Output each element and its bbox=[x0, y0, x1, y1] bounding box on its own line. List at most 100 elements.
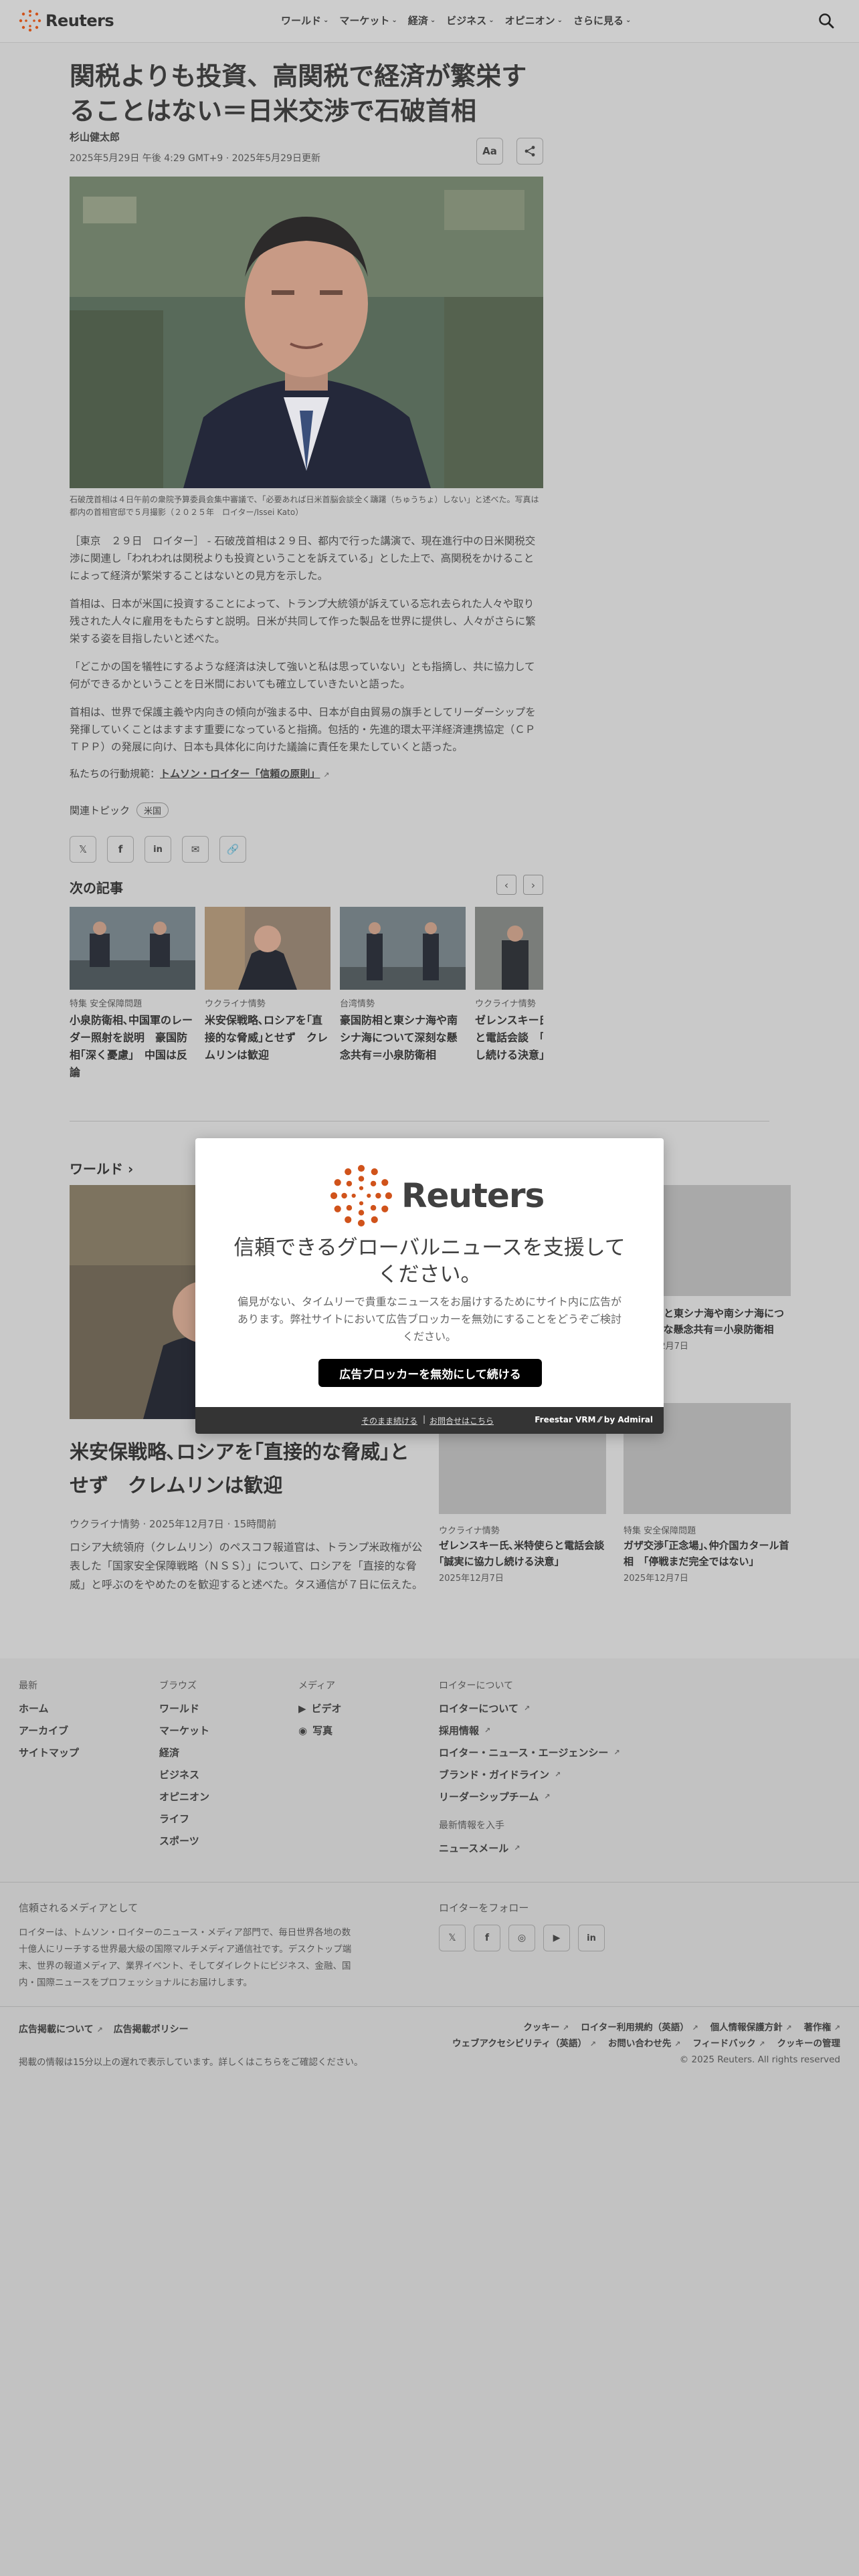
footer-link[interactable]: ビジネス bbox=[159, 1767, 209, 1782]
footer-link[interactable]: 経済 bbox=[159, 1745, 209, 1759]
footer-link[interactable]: ブランド・ガイドライン ↗ bbox=[439, 1767, 620, 1782]
chevron-left-icon: ‹ bbox=[504, 878, 509, 891]
reuters-logo-icon bbox=[19, 9, 41, 32]
legal-link[interactable]: ウェブアクセシビリティ（英語） ↗ bbox=[452, 2036, 596, 2049]
topic-chip[interactable]: 米国 bbox=[136, 802, 169, 818]
facebook-share-button[interactable]: f bbox=[107, 836, 134, 863]
topics-label: 関連トピック bbox=[70, 804, 130, 817]
nav-label: ワールド bbox=[281, 15, 322, 27]
linkedin-follow-button[interactable]: in bbox=[578, 1925, 605, 1951]
external-link-icon: ↗ bbox=[563, 2024, 569, 2032]
card-title: 米安保戦略､ロシアを｢直接的な脅威｣とせず クレムリンは歓迎 bbox=[205, 1014, 328, 1061]
carousel-next-button[interactable]: › bbox=[523, 875, 543, 895]
footer-photo-link[interactable]: ◉ 写真 bbox=[298, 1723, 342, 1737]
copyright: © 2025 Reuters. All rights reserved bbox=[679, 2054, 840, 2065]
x-share-button[interactable]: 𝕏 bbox=[70, 836, 96, 863]
nav-economy[interactable]: 経済 ⌄ bbox=[408, 13, 436, 27]
footer-link-label: ニュースメール bbox=[439, 1842, 509, 1854]
chevron-down-icon: ⌄ bbox=[488, 17, 494, 24]
contact-link[interactable]: お問合せはこちら bbox=[430, 1415, 494, 1426]
footer-link[interactable]: ワールド bbox=[159, 1701, 209, 1715]
instagram-icon: ◎ bbox=[517, 1933, 527, 1943]
legal-link[interactable]: お問い合わせ先 ↗ bbox=[608, 2036, 680, 2049]
legal-link[interactable]: クッキーの管理 bbox=[777, 2036, 841, 2049]
freestar-brand[interactable]: Freestar VRM ⁄⁄ by Admiral bbox=[535, 1415, 653, 1424]
bar-separator: | bbox=[423, 1414, 426, 1424]
footer-link-label: ロイター・ニュース・エージェンシー bbox=[439, 1747, 609, 1759]
legal-link[interactable]: 広告掲載について ↗ bbox=[19, 2022, 103, 2036]
nav-opinion[interactable]: オピニオン ⌄ bbox=[505, 13, 563, 27]
legal-link[interactable]: 広告掲載ポリシー bbox=[114, 2022, 189, 2036]
footer-link[interactable]: サイトマップ bbox=[19, 1745, 79, 1759]
external-link-icon: ↗ bbox=[555, 1770, 561, 1779]
legal-link-label: お問い合わせ先 bbox=[607, 2038, 672, 2049]
copy-link-button[interactable]: 🔗 bbox=[219, 836, 246, 863]
footer-link-label: ビデオ bbox=[311, 1703, 342, 1715]
author-link[interactable]: 杉山健太郎 bbox=[70, 130, 120, 144]
footer-link[interactable]: スポーツ bbox=[159, 1834, 209, 1848]
trusted-media-text: ロイターは、トムソン・ロイターのニュース・メディア部門で、毎日世界各地の数十億人… bbox=[19, 1927, 352, 1988]
legal-link[interactable]: フィードバック ↗ bbox=[692, 2036, 765, 2049]
disable-adblocker-button[interactable]: 広告ブロッカーを無効にして続ける bbox=[318, 1359, 542, 1387]
site-header: Reuters ワールド ⌄ マーケット ⌄ 経済 ⌄ ビジネス ⌄ オピニオン ⌄ さら… bbox=[0, 0, 859, 43]
nav-business[interactable]: ビジネス ⌄ bbox=[446, 13, 494, 27]
chevron-right-icon: › bbox=[127, 1161, 134, 1177]
newsletter-link[interactable]: ニュースメール ↗ bbox=[439, 1841, 620, 1855]
nav-more[interactable]: さらに見る ⌄ bbox=[573, 13, 631, 27]
footer-link[interactable]: ホーム bbox=[19, 1701, 79, 1715]
footer-link[interactable]: オピニオン bbox=[159, 1790, 209, 1804]
share-button[interactable] bbox=[516, 138, 543, 165]
trust-principles: 私たちの行動規範：トムソン・ロイター「信頼の原則」 ↗ bbox=[70, 766, 329, 780]
next-article-card[interactable]: 特集 安全保障問題 小泉防衛相､中国軍のレーダー照射を説明 豪国防相｢深く憂慮｣… bbox=[70, 907, 195, 1081]
card-category: 特集 安全保障問題 bbox=[70, 999, 142, 1009]
carousel-prev-button[interactable]: ‹ bbox=[496, 875, 516, 895]
card-title: 小泉防衛相､中国軍のレーダー照射を説明 豪国防相｢深く憂慮｣ 中国は反論 bbox=[70, 1014, 193, 1079]
nav-markets[interactable]: マーケット ⌄ bbox=[339, 13, 397, 27]
linkedin-share-button[interactable]: in bbox=[145, 836, 171, 863]
facebook-icon: f bbox=[118, 843, 123, 855]
legal-link[interactable]: ロイター利用規約（英語） ↗ bbox=[581, 2020, 698, 2033]
youtube-follow-button[interactable]: ▶ bbox=[543, 1925, 570, 1951]
footer-link[interactable]: ロイターについて ↗ bbox=[439, 1701, 620, 1715]
external-link-icon: ↗ bbox=[613, 1748, 620, 1757]
share-row: 𝕏 f in ✉ 🔗 bbox=[70, 836, 246, 863]
footer-video-link[interactable]: ▶ ビデオ bbox=[298, 1701, 342, 1715]
legal-link[interactable]: 著作権 ↗ bbox=[804, 2020, 840, 2033]
text-size-icon: Aa bbox=[482, 145, 497, 157]
next-article-card[interactable]: ウクライナ情勢 米安保戦略､ロシアを｢直接的な脅威｣とせず クレムリンは歓迎 bbox=[205, 907, 330, 1064]
chevron-right-icon: › bbox=[531, 878, 536, 891]
reuters-logo[interactable]: Reuters bbox=[19, 9, 114, 32]
modal-reuters-logo: Reuters bbox=[329, 1164, 545, 1228]
footer-link[interactable]: アーカイブ bbox=[19, 1723, 79, 1737]
nav-world[interactable]: ワールド ⌄ bbox=[281, 13, 328, 27]
legal-link[interactable]: 個人情報保護方針 ↗ bbox=[710, 2020, 792, 2033]
lead-story-description: ロシア大統領府（クレムリン）のペスコフ報道官は、トランプ米政権が公表した「国家安… bbox=[70, 1541, 423, 1591]
legal-link[interactable]: クッキー ↗ bbox=[523, 2020, 569, 2033]
legal-link-label: ウェブアクセシビリティ（英語） bbox=[452, 2038, 587, 2049]
footer-link[interactable]: 採用情報 ↗ bbox=[439, 1723, 620, 1737]
continue-anyway-link[interactable]: そのまま続ける bbox=[361, 1415, 417, 1426]
external-link-icon: ↗ bbox=[514, 1844, 520, 1852]
text-size-button[interactable]: Aa bbox=[476, 138, 503, 165]
x-follow-button[interactable]: 𝕏 bbox=[439, 1925, 466, 1951]
lead-story-title[interactable]: 米安保戦略､ロシアを｢直接的な脅威｣とせず クレムリンは歓迎 bbox=[70, 1435, 417, 1502]
lead-story-meta: ウクライナ情勢 · 2025年12月7日 · 15時間前 bbox=[70, 1518, 277, 1530]
footer-link[interactable]: リーダーシップチーム ↗ bbox=[439, 1790, 620, 1804]
chevron-down-icon: ⌄ bbox=[391, 17, 397, 24]
next-article-card[interactable]: 台湾情勢 豪国防相と東シナ海や南シナ海について深刻な懸念共有＝小泉防衛相 bbox=[340, 907, 466, 1064]
world-section-link[interactable]: ワールド › bbox=[70, 1158, 133, 1178]
next-article-card[interactable]: ウクライナ情勢 ゼレンスキー氏､米特使らと電話会談 ｢誠実に協力し続ける決意｣ bbox=[475, 907, 543, 1064]
facebook-follow-button[interactable]: f bbox=[474, 1925, 500, 1951]
page: Reuters ワールド ⌄ マーケット ⌄ 経済 ⌄ ビジネス ⌄ オピニオン ⌄ さら… bbox=[0, 0, 859, 2576]
youtube-icon: ▶ bbox=[553, 1933, 561, 1943]
footer-heading: 最新 bbox=[19, 1681, 37, 1691]
instagram-follow-button[interactable]: ◎ bbox=[508, 1925, 535, 1951]
footer-link[interactable]: ライフ bbox=[159, 1812, 209, 1826]
hero-image[interactable] bbox=[70, 177, 543, 488]
search-icon[interactable] bbox=[818, 12, 835, 29]
footer-link[interactable]: ロイター・ニュース・エージェンシー ↗ bbox=[439, 1745, 620, 1759]
trust-principles-link[interactable]: トムソン・ロイター「信頼の原則」 bbox=[160, 768, 320, 780]
photo-caption: 石破茂首相は４日午前の衆院予算委員会集中審議で、「必要あれば日米首脳会談全く躊躇… bbox=[70, 495, 539, 517]
footer-link[interactable]: マーケット bbox=[159, 1723, 209, 1737]
email-share-button[interactable]: ✉ bbox=[182, 836, 209, 863]
